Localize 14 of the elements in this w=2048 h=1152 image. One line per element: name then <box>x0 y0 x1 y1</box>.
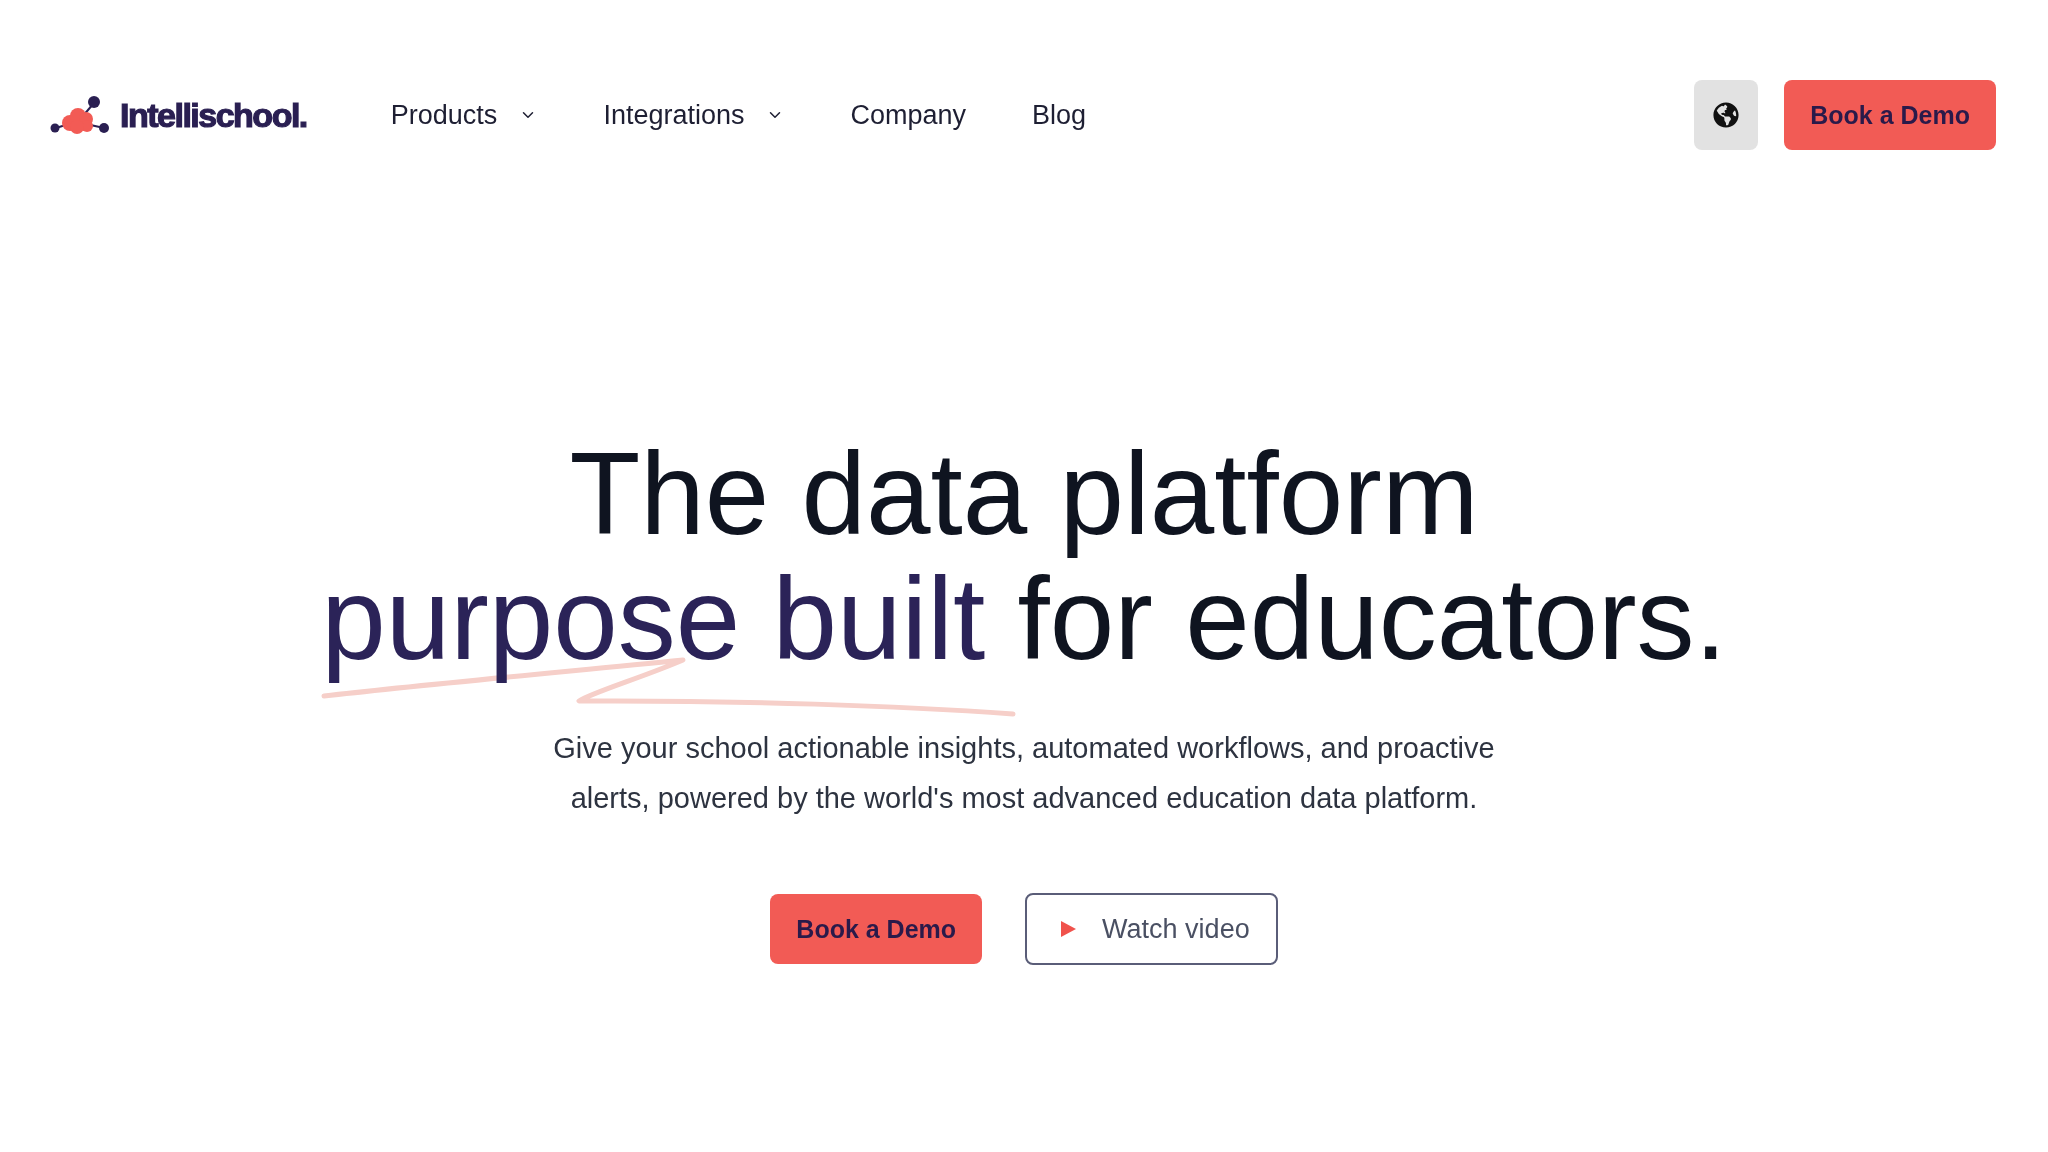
logo-icon[interactable] <box>50 95 110 135</box>
language-button[interactable] <box>1694 80 1759 150</box>
play-icon <box>1061 921 1077 937</box>
nav-link[interactable]: Blog <box>1032 99 1087 131</box>
hero-subtitle: Give your school actionable insights, automated workflows, and proactive alerts, powered by the world's most advanced education data platform. <box>552 731 1496 816</box>
nav-menu-item[interactable]: Integrations <box>603 99 785 131</box>
book-demo-button[interactable]: Book a Demo <box>770 894 983 964</box>
book-demo-button[interactable]: Book a Demo <box>1784 80 1996 150</box>
nav-link[interactable]: Company <box>850 99 967 131</box>
nav-menu-item[interactable]: Products <box>390 99 538 131</box>
globe-icon <box>1713 102 1740 128</box>
logo-text[interactable]: Intellischool. <box>120 98 307 132</box>
hero-headline: The data platform purpose built for educators. <box>321 432 1727 682</box>
watch-video-button[interactable]: Watch video <box>1025 893 1278 965</box>
